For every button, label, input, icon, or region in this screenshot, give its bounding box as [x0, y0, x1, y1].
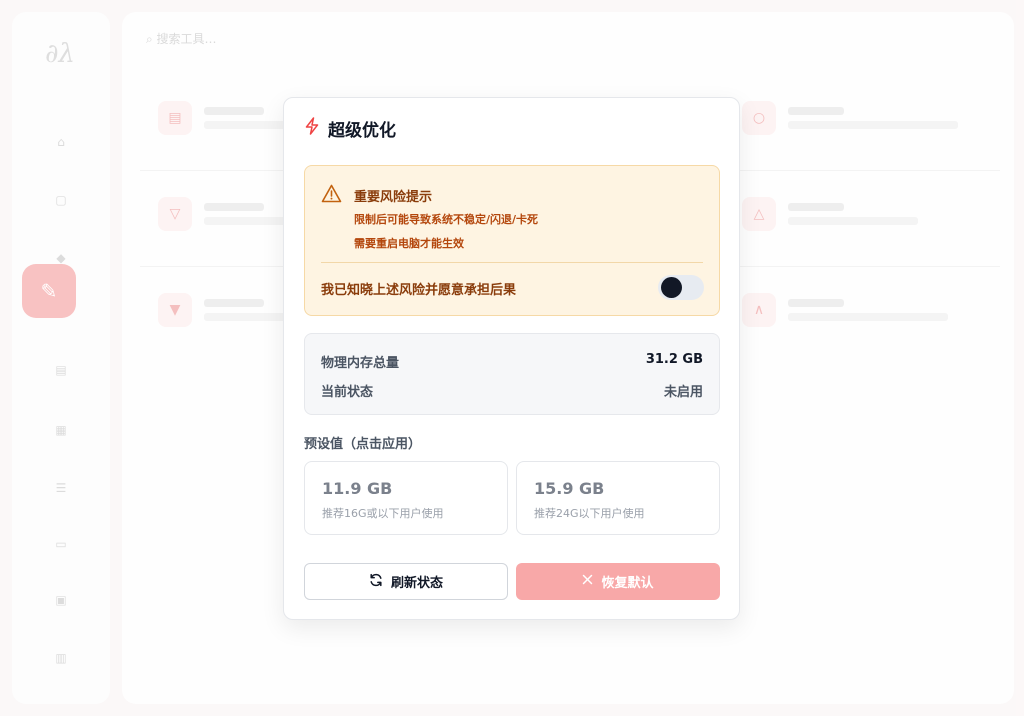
toggle-knob — [661, 277, 682, 298]
presets-title: 预设值（点击应用） — [304, 437, 422, 452]
memory-total-row: 物理内存总量 31.2 GB — [321, 352, 703, 371]
warning-line-instability: 限制后可能导致系统不稳定/闪退/卡死 — [354, 213, 539, 226]
preset-value: 11.9 GB — [322, 479, 393, 498]
dialog-title: 超级优化 — [328, 120, 396, 141]
current-status-row: 当前状态 未启用 — [321, 381, 703, 400]
preset-card-15-9[interactable]: 15.9 GB 推荐24G以下用户使用 — [516, 461, 720, 535]
super-optimize-dialog: 超级优化 重要风险提示 限制后可能导致系统不稳定/闪退/卡死 需要重启电脑才能生… — [283, 97, 740, 620]
refresh-status-label: 刷新状态 — [390, 576, 443, 591]
memory-info-box: 物理内存总量 31.2 GB 当前状态 未启用 — [304, 333, 720, 415]
current-status-value: 未启用 — [663, 385, 703, 400]
lightning-icon — [304, 117, 320, 139]
memory-total-label: 物理内存总量 — [321, 356, 400, 371]
risk-acknowledge-label: 我已知晓上述风险并愿意承担后果 — [321, 283, 517, 298]
warning-line-restart: 需要重启电脑才能生效 — [354, 237, 464, 250]
risk-warning-box: 重要风险提示 限制后可能导致系统不稳定/闪退/卡死 需要重启电脑才能生效 我已知… — [304, 165, 720, 316]
warning-header: 重要风险提示 — [321, 184, 432, 207]
risk-acknowledge-toggle[interactable] — [658, 275, 704, 300]
warning-divider — [321, 262, 703, 263]
dialog-header: 超级优化 — [304, 116, 396, 141]
warning-title: 重要风险提示 — [354, 190, 433, 205]
close-icon — [582, 574, 593, 589]
restore-default-label: 恢复默认 — [601, 576, 654, 591]
preset-description: 推荐16G或以下用户使用 — [322, 507, 444, 520]
current-status-label: 当前状态 — [321, 385, 374, 400]
preset-description: 推荐24G以下用户使用 — [534, 507, 645, 520]
memory-total-value: 31.2 GB — [645, 352, 703, 367]
restore-default-button[interactable]: 恢复默认 — [516, 563, 720, 600]
preset-value: 15.9 GB — [534, 479, 605, 498]
refresh-status-button[interactable]: 刷新状态 — [304, 563, 508, 600]
preset-card-11-9[interactable]: 11.9 GB 推荐16G或以下用户使用 — [304, 461, 508, 535]
refresh-icon — [369, 573, 383, 591]
warning-triangle-icon — [321, 184, 342, 207]
